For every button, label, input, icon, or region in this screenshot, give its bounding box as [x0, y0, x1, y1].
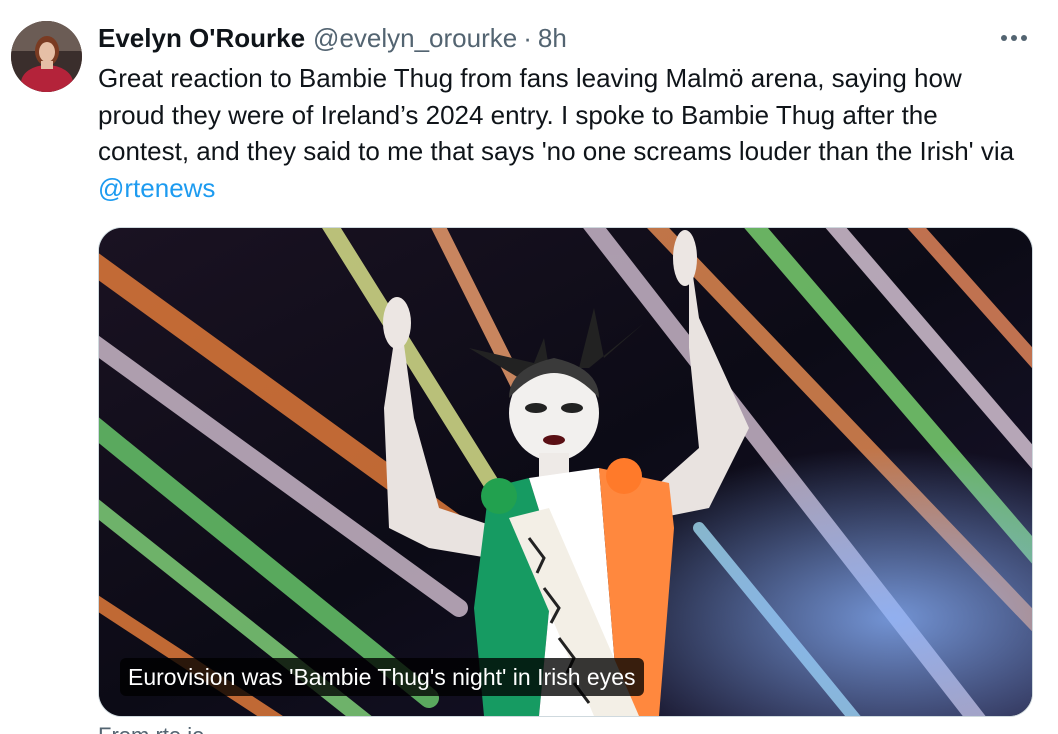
more-horizontal-icon: [1001, 35, 1027, 41]
author-name[interactable]: Evelyn O'Rourke: [98, 18, 305, 58]
tweet-text: Great reaction to Bambie Thug from fans …: [98, 60, 1028, 206]
tweet-body: Great reaction to Bambie Thug from fans …: [98, 63, 1015, 166]
tweet-card[interactable]: Evelyn O'Rourke @evelyn_orourke · 8h Gre…: [0, 0, 1058, 734]
card-source[interactable]: From rte.ie: [98, 722, 204, 734]
avatar-image: [11, 21, 82, 92]
separator-dot: ·: [523, 23, 532, 53]
timestamp[interactable]: 8h: [538, 18, 567, 58]
link-card-image[interactable]: Eurovision was 'Bambie Thug's night' in …: [98, 227, 1033, 717]
more-button[interactable]: [998, 22, 1030, 54]
card-caption: Eurovision was 'Bambie Thug's night' in …: [120, 658, 644, 696]
author-handle[interactable]: @evelyn_orourke: [313, 18, 517, 58]
mention-link[interactable]: @rtenews: [98, 173, 215, 203]
performer-photo: [99, 228, 1032, 716]
tweet-header: Evelyn O'Rourke @evelyn_orourke · 8h: [98, 18, 567, 58]
avatar[interactable]: [11, 21, 82, 92]
